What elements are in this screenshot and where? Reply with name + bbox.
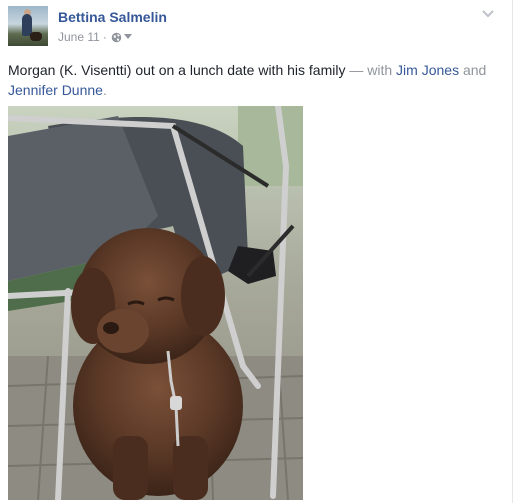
with-prefix: — with [345, 62, 397, 78]
avatar-dog [30, 32, 42, 41]
post-meta: June 11 · [58, 30, 132, 44]
tagged-person-jennifer[interactable]: Jennifer Dunne [8, 82, 103, 98]
meta-separator: · [102, 30, 107, 44]
caret-down-icon[interactable] [123, 34, 132, 40]
chevron-down-icon[interactable] [482, 10, 494, 18]
post-date[interactable]: June 11 [58, 30, 100, 44]
tag-joiner: and [459, 62, 487, 78]
tag-end: . [102, 82, 107, 98]
message-text: Morgan (K. Visentti) out on a lunch date… [8, 62, 346, 78]
post-message: Morgan (K. Visentti) out on a lunch date… [8, 60, 498, 100]
author-name[interactable]: Bettina Salmelin [58, 9, 167, 25]
tagged-person-jim[interactable]: Jim Jones [396, 62, 459, 78]
author-avatar[interactable] [8, 6, 48, 46]
post-card: Bettina Salmelin June 11 · Morgan (K. Vi… [0, 0, 513, 503]
globe-icon[interactable] [111, 32, 122, 43]
post-photo[interactable] [8, 106, 303, 500]
